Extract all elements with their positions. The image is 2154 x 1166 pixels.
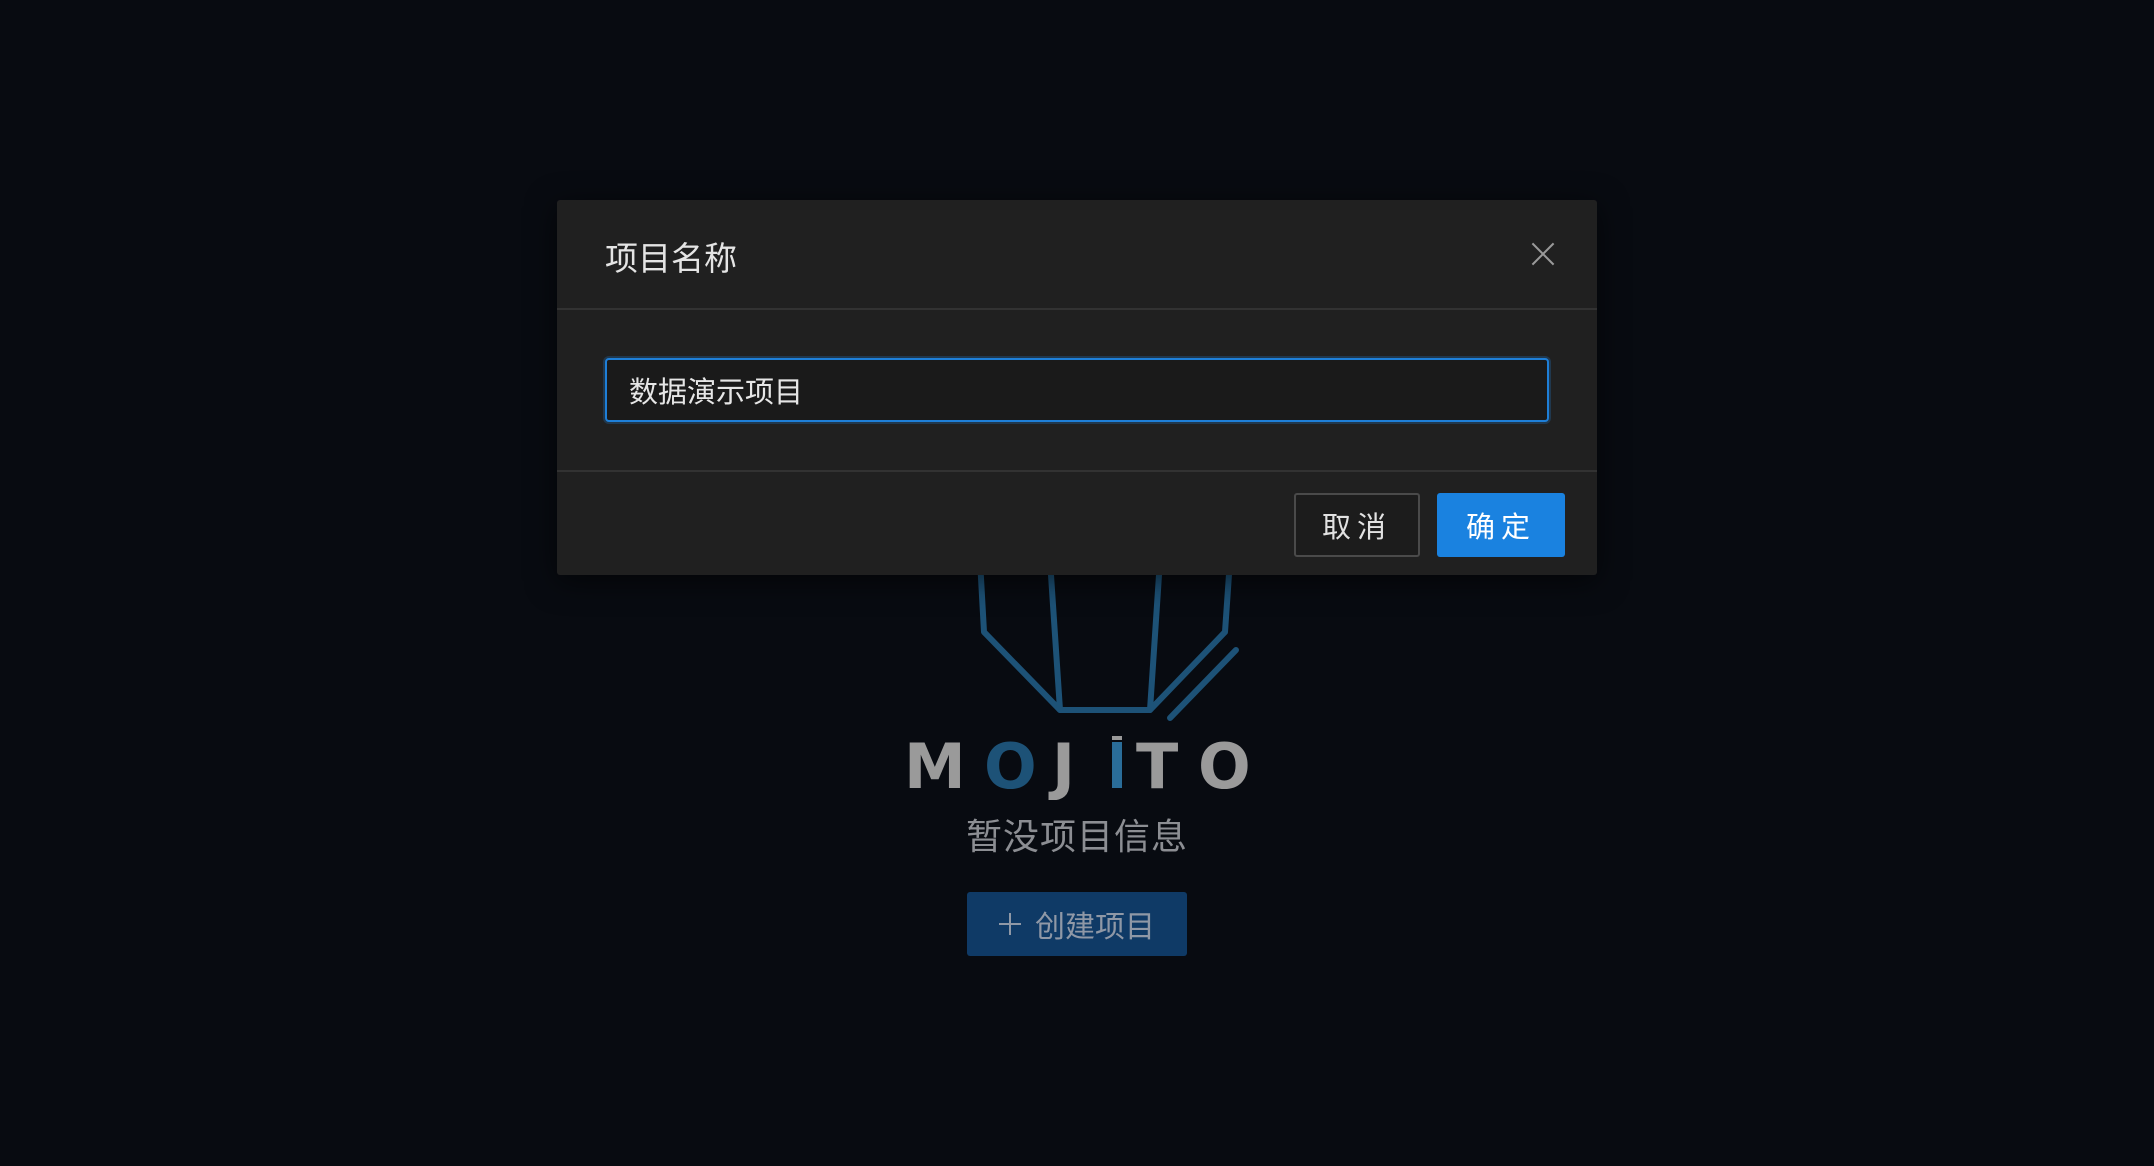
svg-text:M: M: [904, 730, 966, 800]
app-page: M O J T O 暂没项目信息 创建项目 项目名称 取消: [0, 0, 2154, 1166]
logo-wordmark: M O J T O: [904, 730, 1251, 800]
dialog-header: 项目名称: [557, 200, 1597, 310]
create-project-label: 创建项目: [1035, 910, 1155, 945]
empty-state: M O J T O 暂没项目信息 创建项目: [0, 0, 2154, 1166]
dialog-footer: 取消 确定: [557, 472, 1597, 577]
plus-icon: [999, 913, 1021, 935]
close-icon: [1525, 236, 1561, 272]
project-name-dialog: 项目名称 取消 确定: [557, 200, 1597, 575]
cocktail-glass-icon: [977, 560, 1239, 721]
svg-text:O: O: [1198, 730, 1251, 800]
dialog-title: 项目名称: [605, 239, 737, 278]
dialog-body: [557, 310, 1597, 472]
project-name-input[interactable]: [605, 358, 1549, 422]
create-project-button[interactable]: 创建项目: [967, 892, 1187, 956]
svg-text:T: T: [1136, 730, 1178, 800]
svg-text:O: O: [984, 730, 1037, 800]
svg-text:J: J: [1048, 730, 1075, 800]
cancel-button[interactable]: 取消: [1294, 493, 1420, 557]
mojito-logo: M O J T O: [904, 560, 1251, 800]
empty-message: 暂没项目信息: [965, 817, 1188, 858]
confirm-button[interactable]: 确定: [1437, 493, 1565, 557]
close-button[interactable]: [1525, 236, 1561, 272]
